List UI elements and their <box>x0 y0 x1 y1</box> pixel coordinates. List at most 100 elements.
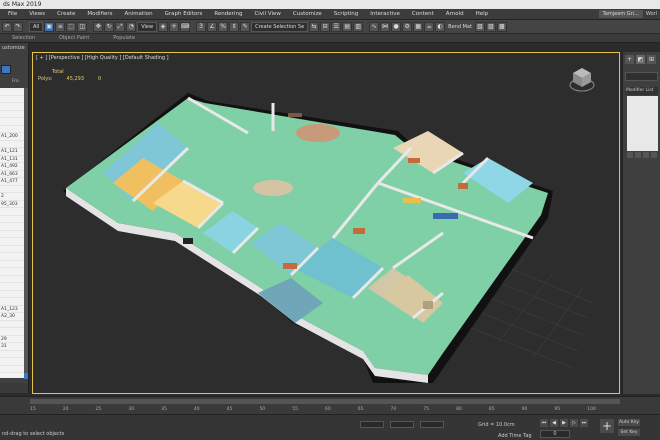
move-icon[interactable]: ✥ <box>93 21 104 32</box>
edit-named-selection-icon[interactable]: ✎ <box>240 21 251 32</box>
workspace-label[interactable]: Worl <box>646 11 657 17</box>
viewport-label[interactable]: [ + ] [Perspective ] [High Quality ] [De… <box>36 55 169 61</box>
object-name-field[interactable] <box>625 72 658 81</box>
list-item[interactable]: A1_121 <box>0 148 24 156</box>
add-time-tag-button[interactable]: Add Time Tag <box>498 433 532 439</box>
mirror-icon[interactable]: ⇆ <box>309 21 320 32</box>
list-item[interactable]: 2 <box>0 193 24 201</box>
list-item[interactable] <box>0 298 24 306</box>
menu-rendering[interactable]: Rendering <box>208 11 248 17</box>
menu-scripting[interactable]: Scripting <box>328 11 364 17</box>
select-by-name-icon[interactable]: ≡ <box>55 21 66 32</box>
curve-editor-icon[interactable]: ∿ <box>369 21 380 32</box>
remove-modifier-icon[interactable] <box>651 152 657 158</box>
list-item[interactable]: A2_30 <box>0 313 24 321</box>
menu-file[interactable]: File <box>2 11 23 17</box>
menu-interactive[interactable]: Interactive <box>364 11 406 17</box>
ribbon-tab-selection[interactable]: Selection <box>0 35 47 41</box>
menu-help[interactable]: Help <box>470 11 495 17</box>
list-item[interactable]: 95_303 <box>0 201 24 208</box>
menu-graph-editors[interactable]: Graph Editors <box>159 11 209 17</box>
menu-create[interactable]: Create <box>51 11 81 17</box>
layers-icon[interactable]: ▤ <box>342 21 353 32</box>
hierarchy-tab-icon[interactable]: ⊞ <box>647 55 656 64</box>
viewcube-icon[interactable] <box>567 65 597 95</box>
list-item[interactable] <box>0 88 24 96</box>
list-item[interactable] <box>0 118 24 126</box>
menu-modifiers[interactable]: Modifiers <box>81 11 118 17</box>
menu-content[interactable]: Content <box>406 11 440 17</box>
list-item[interactable] <box>0 253 24 261</box>
list-item[interactable] <box>0 268 24 276</box>
make-unique-icon[interactable] <box>643 152 649 158</box>
redo-icon[interactable]: ↷ <box>13 21 23 32</box>
menu-animation[interactable]: Animation <box>119 11 159 17</box>
menu-civil-view[interactable]: Civil View <box>248 11 286 17</box>
snap-3d-icon[interactable]: 3 <box>196 21 207 32</box>
create-tab-icon[interactable]: + <box>625 55 634 64</box>
rotate-icon[interactable]: ↻ <box>104 21 115 32</box>
list-item[interactable]: A1_200 <box>0 133 24 141</box>
material-editor-icon[interactable]: ● <box>391 21 402 32</box>
list-item[interactable] <box>0 246 24 253</box>
list-item[interactable] <box>0 291 24 298</box>
percent-snap-icon[interactable]: % <box>218 21 229 32</box>
floor-plan-model[interactable] <box>33 53 620 394</box>
named-selection-dropdown[interactable]: Create Selection Se <box>251 21 309 32</box>
display-filter-icon[interactable] <box>1 65 11 74</box>
time-slider[interactable] <box>30 399 620 404</box>
list-item[interactable]: A1_492 <box>0 163 24 171</box>
track-bar[interactable]: 15 20 25 30 35 40 45 50 55 60 65 70 75 80 85 90 95 100 <box>30 405 620 414</box>
menu-views[interactable]: Views <box>23 11 51 17</box>
set-key-button[interactable]: Set Key <box>618 429 640 436</box>
prev-frame-icon[interactable]: ◀ <box>550 419 558 427</box>
list-item[interactable] <box>0 223 24 231</box>
y-coord-field[interactable] <box>390 421 414 428</box>
render-setup-icon[interactable]: ⚙ <box>402 21 413 32</box>
window-crossing-icon[interactable]: ◫ <box>77 21 88 32</box>
next-frame-icon[interactable]: ▷ <box>570 419 578 427</box>
align-icon[interactable]: ⊟ <box>320 21 331 32</box>
toolbar-extra-icon-3[interactable]: ▩ <box>496 21 507 32</box>
list-item[interactable] <box>0 358 24 366</box>
list-item[interactable] <box>0 141 24 148</box>
object-list[interactable]: A1_200 A1_121 A1_131 A1_492 A1_663 A1_477 2 95_… <box>0 88 24 378</box>
place-icon[interactable]: ◔ <box>126 21 137 32</box>
pivot-icon[interactable]: ◈ <box>158 21 169 32</box>
list-item[interactable]: 31 <box>0 343 24 351</box>
list-item[interactable] <box>0 186 24 193</box>
select-manipulate-icon[interactable]: ✛ <box>169 21 180 32</box>
list-item[interactable] <box>0 283 24 291</box>
go-to-end-icon[interactable]: ⏭ <box>580 419 588 427</box>
select-object-icon[interactable]: ▣ <box>44 21 55 32</box>
scale-icon[interactable]: ⤢ <box>115 21 126 32</box>
selection-filter-dropdown[interactable]: All <box>29 21 44 32</box>
layer-explorer-icon[interactable]: ☰ <box>331 21 342 32</box>
undo-icon[interactable]: ↶ <box>2 21 12 32</box>
menu-customize[interactable]: Customize <box>287 11 328 17</box>
user-account-button[interactable]: Tamjeem Gri... <box>598 10 643 18</box>
play-icon[interactable]: ▶ <box>560 419 568 427</box>
list-item[interactable]: A1_123 <box>0 306 24 313</box>
list-item[interactable] <box>0 321 24 328</box>
menu-arnold[interactable]: Arnold <box>440 11 470 17</box>
modify-tab-icon[interactable]: ◩ <box>636 55 645 64</box>
current-frame-field[interactable]: 0 <box>540 430 570 438</box>
column-header[interactable]: Fro <box>12 79 19 84</box>
list-item[interactable] <box>0 351 24 358</box>
z-coord-field[interactable] <box>420 421 444 428</box>
go-to-start-icon[interactable]: ⏮ <box>540 419 548 427</box>
toolbar-extra-icon-2[interactable]: ▨ <box>485 21 496 32</box>
set-key-icon[interactable]: + <box>600 419 614 433</box>
modifier-list-dropdown[interactable]: Modifier List <box>625 87 658 95</box>
keyboard-shortcut-icon[interactable]: ⌨ <box>180 21 191 32</box>
list-item[interactable] <box>0 103 24 111</box>
modifier-stack[interactable] <box>627 96 658 151</box>
list-item[interactable] <box>0 231 24 238</box>
ribbon-tab-object-paint[interactable]: Object Paint <box>47 35 101 41</box>
render-frame-icon[interactable]: ▦ <box>413 21 424 32</box>
angle-snap-icon[interactable]: ∠ <box>207 21 218 32</box>
list-item[interactable] <box>0 111 24 118</box>
list-item[interactable]: A1_663 <box>0 171 24 178</box>
spinner-snap-icon[interactable]: ⇕ <box>229 21 240 32</box>
